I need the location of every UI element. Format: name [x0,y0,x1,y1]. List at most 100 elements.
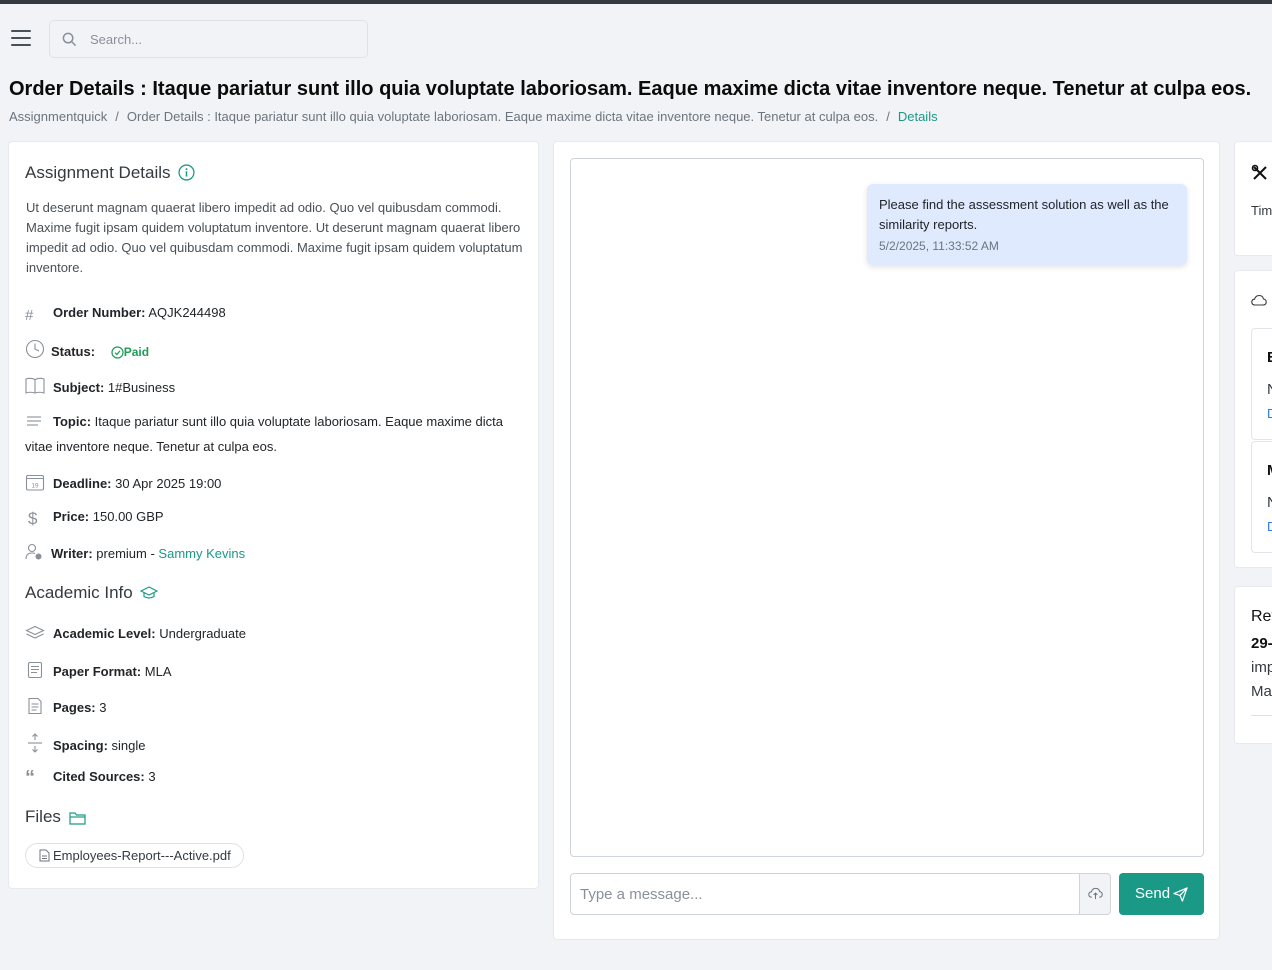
book-icon [25,377,45,394]
pages-row: Pages: 3 [25,697,107,715]
academic-heading-text: Academic Info [25,583,133,602]
review-date: 29- [1251,635,1272,652]
order-number-value: AQJK244498 [148,305,226,320]
breadcrumb-order[interactable]: Order Details : Itaque pariatur sunt ill… [127,109,878,124]
dollar-icon: $ [28,509,38,528]
deliverable-download-link[interactable]: D [1267,519,1272,534]
clock-icon [25,339,45,359]
send-button[interactable]: Send [1119,873,1204,915]
deadline-row: 19 Deadline: 30 Apr 2025 19:00 [25,473,221,491]
chat-card: Please find the assessment solution as w… [553,141,1220,940]
graduation-cap-icon [140,586,159,599]
writer-row: Writer: premium - Sammy Kevins [25,543,245,561]
layers-icon [25,625,45,639]
message-input[interactable] [570,873,1080,915]
deliverables-card: E N D M N D [1234,270,1272,568]
page-title: Order Details : Itaque pariatur sunt ill… [9,78,1252,100]
academic-level-value: Undergraduate [159,626,246,641]
hamburger-line [11,37,31,39]
review-heading: Rev [1251,608,1272,625]
deliverable-item: M N D [1251,441,1272,553]
svg-text:19: 19 [31,483,39,490]
topic-value: Itaque pariatur sunt illo quia voluptate… [25,414,503,454]
deliverable-title: E [1267,349,1272,366]
deadline-value: 30 Apr 2025 19:00 [115,476,222,491]
deliverable-item: E N D [1251,328,1272,440]
deadline-label: Deadline: [53,476,112,491]
breadcrumb-separator: / [115,109,119,124]
status-row: Status: Paid [25,339,149,359]
spacing-icon [28,733,42,753]
review-divider [1251,715,1272,716]
folder-icon [69,812,86,825]
pages-label: Pages: [53,700,96,715]
status-value: Paid [123,345,150,359]
file-icon [39,849,50,862]
check-circle-icon [111,346,124,359]
search-box [49,20,368,58]
menu-toggle-button[interactable] [11,30,31,46]
paper-format-row: Paper Format: MLA [25,661,172,679]
deliverable-line: N [1267,381,1272,398]
order-number-row: # Order Number: AQJK244498 [25,305,226,324]
review-text-line: imp [1251,659,1272,676]
chat-messages[interactable]: Please find the assessment solution as w… [570,158,1204,857]
search-input[interactable] [90,21,360,57]
review-text-line: Ma [1251,683,1272,700]
chat-message-time: 5/2/2025, 11:33:52 AM [879,239,999,253]
writer-label: Writer: [51,546,93,561]
cited-sources-label: Cited Sources: [53,769,145,784]
deliverable-title: M [1267,462,1272,479]
file-name: Employees-Report---Active.pdf [53,848,231,863]
user-gear-icon [25,543,42,560]
calendar-icon: 19 [25,474,45,491]
breadcrumb-current: Details [897,109,938,124]
subject-row: Subject: 1#Business [25,377,175,395]
files-heading-text: Files [25,807,61,826]
chat-message-bubble: Please find the assessment solution as w… [867,184,1187,265]
spacing-row: Spacing: single [25,733,146,753]
chat-message-text: Please find the assessment solution as w… [879,197,1169,232]
academic-level-label: Academic Level: [53,626,156,641]
writer-name-link[interactable]: Sammy Kevins [158,546,245,561]
writer-level: premium - [96,546,155,561]
file-chip[interactable]: Employees-Report---Active.pdf [25,843,244,868]
spacing-value: single [111,738,146,753]
breadcrumb-separator: / [886,109,890,124]
price-row: $ Price: 150.00 GBP [25,509,164,529]
cloud-upload-icon [1088,887,1103,900]
upload-button[interactable] [1079,873,1111,915]
order-number-label: Order Number: [53,305,146,320]
review-card: Rev 29- imp Ma [1234,586,1272,744]
deliverable-download-link[interactable]: D [1267,406,1272,421]
assignment-details-card: Assignment Details Ut deserunt magnam qu… [8,141,539,889]
status-label: Status: [51,344,96,359]
spacing-label: Spacing: [53,738,108,753]
subject-label: Subject: [53,380,105,395]
hash-icon: # [25,307,34,324]
send-label: Send [1135,885,1171,902]
cloud-icon [1251,294,1267,306]
timer-card: Tim [1234,141,1272,256]
top-border [0,0,1272,4]
files-heading: Files [25,807,86,827]
breadcrumb: Assignmentquick / Order Details : Itaque p… [9,109,938,124]
status-badge: Paid [111,345,149,359]
deliverable-line: N [1267,494,1272,511]
topic-row: Topic: Itaque pariatur sunt illo quia vo… [25,409,515,459]
hamburger-line [11,44,31,46]
assignment-details-heading: Assignment Details [25,163,195,183]
info-icon[interactable] [178,164,195,181]
academic-level-row: Academic Level: Undergraduate [25,625,246,641]
quote-icon: “ [25,767,35,789]
price-label: Price: [53,509,90,524]
academic-info-heading: Academic Info [25,583,159,603]
price-value: 150.00 GBP [92,509,164,524]
topic-label: Topic: [53,414,92,429]
cited-sources-value: 3 [148,769,156,784]
hamburger-icon [11,30,31,32]
send-icon [1173,887,1188,902]
page-icon [28,697,42,715]
breadcrumb-home[interactable]: Assignmentquick [9,109,107,124]
lines-icon [27,416,41,426]
